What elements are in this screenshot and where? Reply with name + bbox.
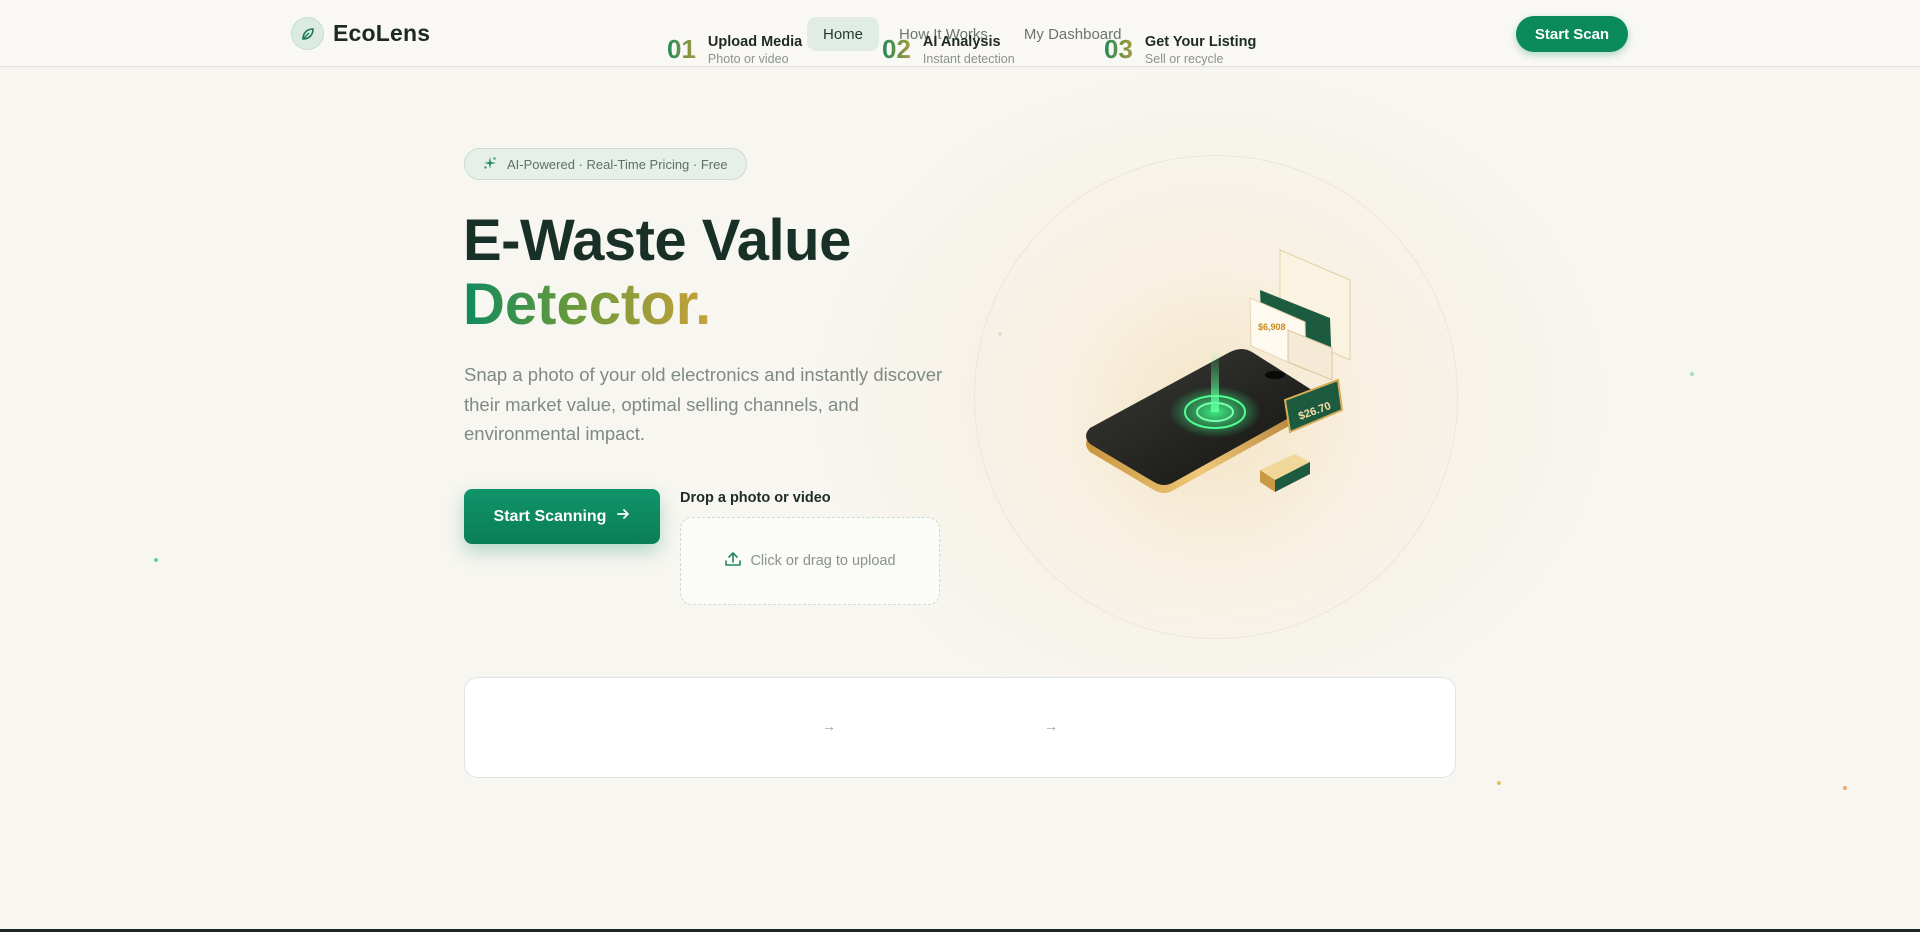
- start-scan-button[interactable]: Start Scan: [1516, 16, 1628, 52]
- brand[interactable]: EcoLens: [291, 17, 430, 50]
- step-title: AI Analysis: [922, 34, 1001, 50]
- upload-icon: [724, 550, 742, 572]
- step-number: 01: [667, 34, 696, 64]
- decorative-dot: [998, 332, 1002, 336]
- step-subtitle: Photo or video: [707, 52, 789, 66]
- page-background: [0, 0, 1920, 932]
- badge-text: AI-Powered · Real-Time Pricing · Free: [507, 156, 728, 172]
- decorative-dot: [154, 558, 158, 562]
- arrow-right-icon: [616, 507, 630, 526]
- drop-label: Drop a photo or video: [680, 490, 831, 506]
- step-title: Get Your Listing: [1144, 34, 1257, 50]
- step-number: 02: [882, 34, 911, 64]
- upload-text: Click or drag to upload: [750, 553, 896, 569]
- hero-title: E-Waste Value: [463, 208, 851, 273]
- arrow-right-icon: →: [822, 718, 836, 734]
- step-subtitle: Instant detection: [922, 52, 1015, 66]
- arrow-right-icon: →: [1044, 718, 1058, 734]
- decorative-dot: [1690, 372, 1694, 376]
- step-title: Upload Media: [707, 34, 803, 50]
- brand-name: EcoLens: [333, 20, 431, 46]
- feature-badge: AI-Powered · Real-Time Pricing · Free: [464, 148, 747, 180]
- step-ai-analysis: 02 AI Analysis Instant detection: [882, 34, 1015, 68]
- nav-link-home[interactable]: Home: [807, 17, 880, 51]
- start-scanning-button[interactable]: Start Scanning: [464, 489, 660, 544]
- step-number: 03: [1104, 34, 1133, 64]
- decorative-dot: [1497, 781, 1501, 785]
- step-get-listing: 03 Get Your Listing Sell or recycle: [1104, 34, 1256, 68]
- start-scanning-label: Start Scanning: [493, 507, 607, 525]
- steps-card: [464, 677, 1456, 778]
- sparkle-icon: [483, 156, 497, 173]
- step-subtitle: Sell or recycle: [1144, 52, 1224, 66]
- leaf-icon: [291, 17, 324, 50]
- step-upload-media: 01 Upload Media Photo or video: [667, 34, 802, 68]
- decorative-dot: [1843, 786, 1847, 790]
- upload-dropzone[interactable]: Click or drag to upload: [680, 517, 940, 605]
- hero-subtitle: Snap a photo of your old electronics and…: [464, 364, 943, 444]
- phone-scan-illustration: $6,908 $26.70: [1070, 230, 1370, 520]
- price-tag-2: $6,908: [1258, 322, 1286, 332]
- hero-title-highlight: Detector.: [463, 272, 712, 337]
